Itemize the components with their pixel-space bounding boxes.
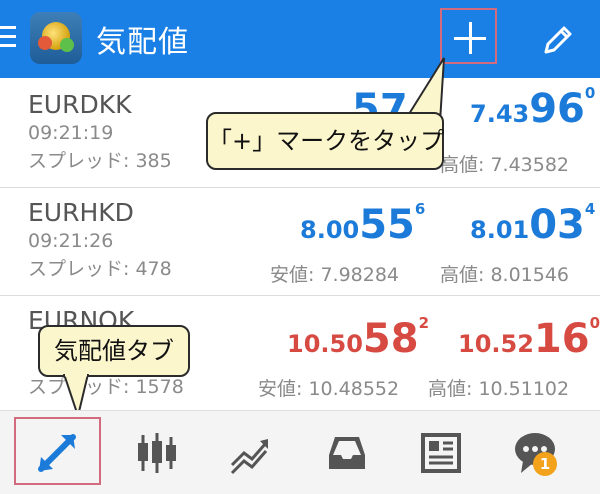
low-price: 安値: 7.98284 [270, 264, 400, 286]
bid-price: 10.50582 [287, 314, 430, 362]
high-price: 高値: 10.51102 [428, 378, 570, 400]
high-price: 高値: 7.43582 [440, 154, 570, 176]
low-price: 安値: 10.48552 [258, 378, 400, 400]
page-title: 気配値 [96, 25, 189, 60]
news-icon [421, 433, 461, 473]
quote-row-eurhkd[interactable]: EURHKD 09:21:26 スプレッド: 478 8.00556 8.010… [0, 188, 600, 296]
spread: スプレッド: 385 [28, 150, 172, 172]
bid-price: 8.00556 [300, 200, 426, 248]
quotes-tab-highlight-frame [14, 417, 101, 485]
symbol-name: EURDKK [28, 90, 132, 119]
spread: スプレッド: 478 [28, 258, 172, 280]
symbol-name: EURHKD [28, 198, 134, 227]
trade-icon [230, 439, 268, 475]
history-icon [329, 437, 365, 469]
tab-news[interactable] [396, 411, 486, 494]
metatrader-logo [30, 12, 82, 64]
ask-price: 8.01034 [470, 200, 596, 248]
edit-button[interactable] [538, 20, 578, 60]
pencil-icon [544, 26, 572, 54]
ask-price: 7.43960 [470, 84, 596, 132]
tab-chat[interactable] [490, 411, 580, 494]
tab-chart[interactable] [112, 411, 202, 494]
notification-badge: 1 [533, 452, 557, 476]
ask-price: 10.52160 [458, 314, 600, 362]
app-header: 気配値 [0, 0, 600, 78]
plus-callout: 「+」マークをタップ [206, 112, 444, 170]
tab-callout: 気配値タブ [38, 325, 190, 377]
high-price: 高値: 8.01546 [440, 264, 570, 286]
chart-icon [138, 433, 176, 473]
tab-history[interactable] [302, 411, 392, 494]
tab-trade[interactable] [205, 411, 295, 494]
quote-time: 09:21:26 [28, 230, 114, 252]
menu-icon[interactable] [0, 26, 16, 50]
quote-time: 09:21:19 [28, 122, 114, 144]
